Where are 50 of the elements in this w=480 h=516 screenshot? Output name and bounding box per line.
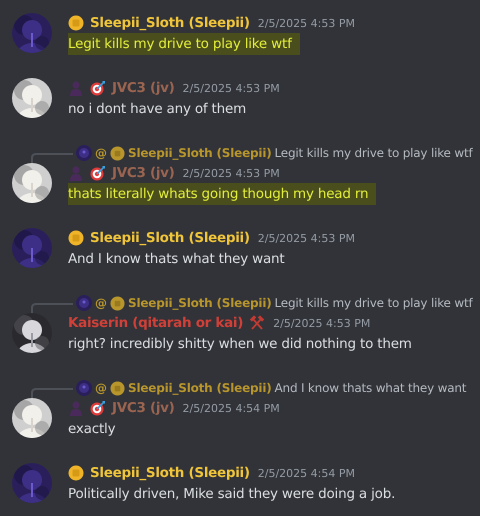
- timestamp: 2/5/2025 4:53 PM: [182, 82, 280, 94]
- person-icon: [68, 400, 84, 416]
- coin-icon: [68, 15, 84, 31]
- message-text: Politically driven, Mike said they were doing a job.: [68, 485, 396, 504]
- timestamp: 2/5/2025 4:53 PM: [182, 166, 280, 180]
- message-text: no i dont have any of them: [68, 100, 246, 119]
- timestamp: 2/5/2025 4:53 PM: [258, 232, 355, 244]
- coin-icon: [110, 146, 125, 160]
- reply-text[interactable]: And I know thats what they want: [274, 381, 466, 395]
- person-icon: [68, 165, 84, 181]
- avatar[interactable]: [12, 163, 52, 203]
- reply-text[interactable]: Legit kills my drive to play like wtf: [274, 296, 472, 310]
- avatar: [76, 295, 92, 311]
- timestamp: 2/5/2025 4:54 PM: [258, 466, 355, 480]
- mention-sign: @: [95, 296, 107, 310]
- author-name[interactable]: Kaiserin (qitarah or kai): [68, 315, 244, 331]
- message-text: right? incredibly shitty when we did nothing to them: [68, 335, 412, 354]
- reply-text[interactable]: Legit kills my drive to play like wtf: [274, 146, 472, 160]
- mention-sign: @: [95, 381, 107, 395]
- target-icon: [90, 400, 106, 416]
- hammers-icon: [249, 315, 266, 331]
- message-text: thats literally whats going though my head rn: [68, 183, 376, 205]
- message-text: And I know thats what they want: [68, 250, 284, 269]
- message-text: Legit kills my drive to play like wtf: [68, 33, 300, 55]
- reply-author[interactable]: Sleepii_Sloth (Sleepii): [128, 146, 272, 160]
- author-name[interactable]: Sleepii_Sloth (Sleepii): [90, 230, 250, 246]
- reply-author[interactable]: Sleepii_Sloth (Sleepii): [128, 381, 272, 395]
- mention-sign: @: [95, 146, 107, 160]
- avatar: [76, 380, 92, 396]
- coin-icon: [110, 296, 125, 310]
- avatar[interactable]: [12, 398, 52, 438]
- reply-author[interactable]: Sleepii_Sloth (Sleepii): [128, 296, 272, 310]
- person-icon: [68, 80, 84, 96]
- message-text: exactly: [68, 420, 116, 439]
- timestamp: 2/5/2025 4:54 PM: [182, 402, 280, 414]
- author-name[interactable]: Sleepii_Sloth (Sleepii): [90, 465, 250, 481]
- author-name[interactable]: Sleepii_Sloth (Sleepii): [90, 15, 250, 31]
- avatar[interactable]: [12, 313, 52, 353]
- target-icon: [90, 165, 106, 181]
- timestamp: 2/5/2025 4:53 PM: [258, 16, 355, 30]
- coin-icon: [68, 465, 84, 481]
- target-icon: [90, 80, 106, 96]
- timestamp: 2/5/2025 4:53 PM: [273, 316, 370, 330]
- coin-icon: [68, 230, 84, 246]
- author-name[interactable]: JVC3 (jv): [112, 80, 175, 96]
- avatar[interactable]: [12, 78, 52, 118]
- coin-icon: [110, 380, 125, 396]
- author-name[interactable]: JVC3 (jv): [112, 400, 175, 416]
- author-name[interactable]: JVC3 (jv): [112, 165, 175, 181]
- avatar: [76, 145, 92, 161]
